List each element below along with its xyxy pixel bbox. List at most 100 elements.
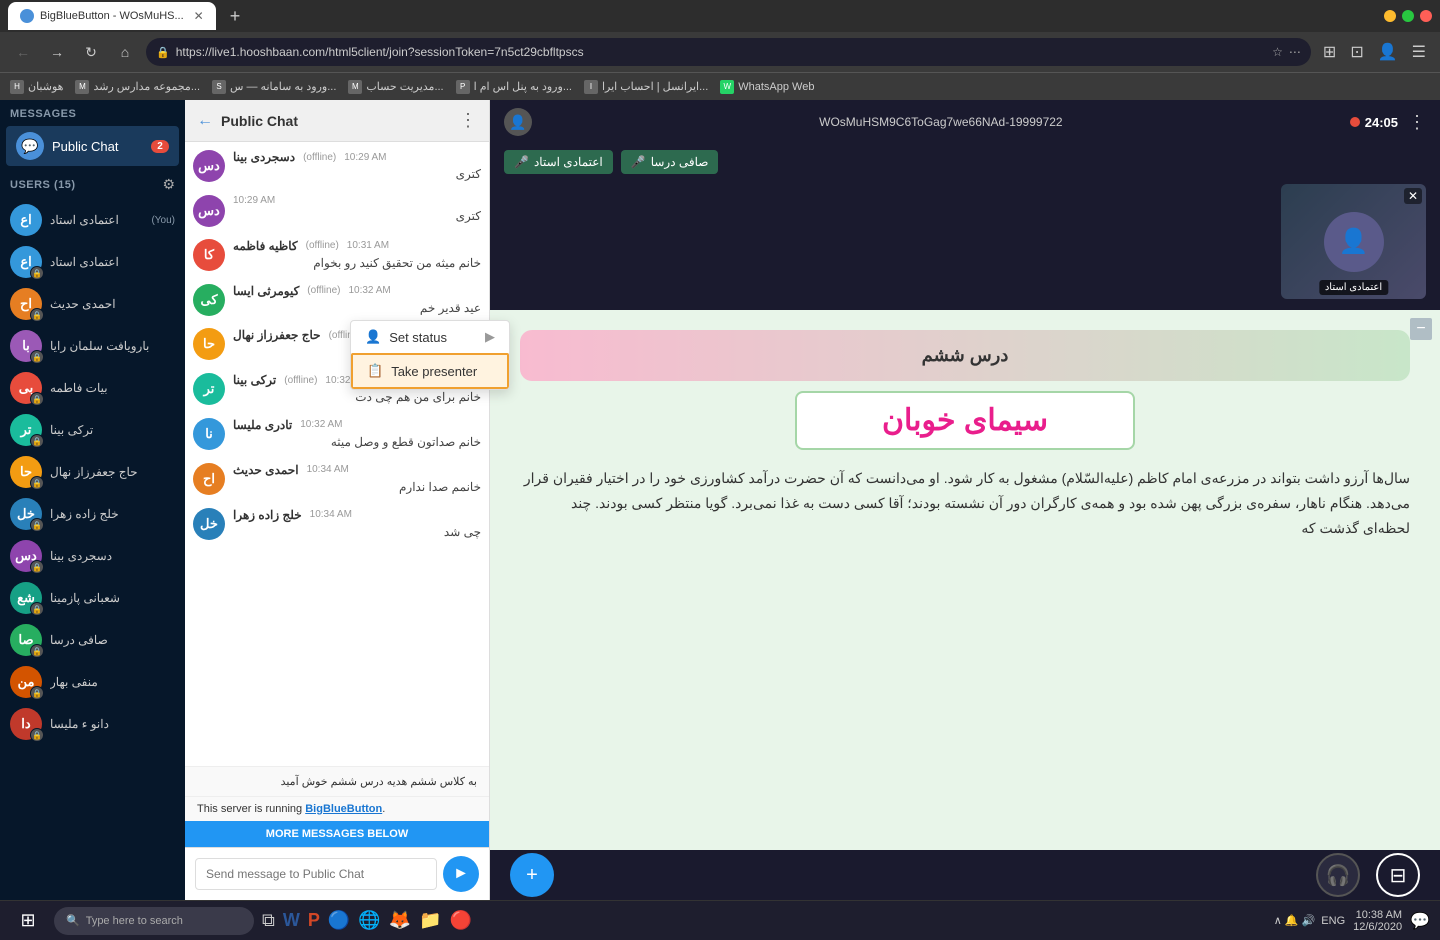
- tab-close-button[interactable]: ✕: [194, 9, 204, 23]
- lock-badge: 🔒: [30, 728, 44, 742]
- home-button[interactable]: ⌂: [112, 39, 138, 65]
- add-action-button[interactable]: +: [510, 853, 554, 897]
- message-sender-name: دسجردی بینا: [233, 150, 295, 164]
- user-name: حاج جعفرزاز نهال: [50, 465, 175, 479]
- recording-dot: [1350, 117, 1360, 127]
- app-icon-1[interactable]: 🔵: [328, 910, 350, 931]
- lock-badge: 🔒: [30, 392, 44, 406]
- lock-badge: 🔒: [30, 560, 44, 574]
- take-presenter-menu-item[interactable]: 📋 Take presenter: [351, 353, 509, 389]
- edge-icon[interactable]: 🌐: [358, 910, 380, 931]
- context-menu: 👤 Set status ▶ 📋 Take presenter: [350, 320, 510, 390]
- powerpoint-icon[interactable]: P: [308, 910, 320, 931]
- back-button[interactable]: ←: [10, 39, 36, 65]
- message-status: (offline): [284, 375, 317, 386]
- video-options-button[interactable]: ⋮: [1408, 112, 1426, 133]
- profile-icon[interactable]: 👤: [1374, 40, 1402, 64]
- chat-options-button[interactable]: ⋮: [459, 110, 477, 131]
- user-item[interactable]: دس 🔒 دسجردی بینا: [0, 535, 185, 577]
- user-item[interactable]: تر 🔒 ترکی بینا: [0, 409, 185, 451]
- browser-tab[interactable]: BigBlueButton - WOsMuHS... ✕: [8, 2, 216, 30]
- public-chat-label: Public Chat: [52, 139, 143, 154]
- firefox-icon[interactable]: 🦊: [389, 910, 411, 931]
- pocket-icon[interactable]: ⊡: [1346, 40, 1367, 64]
- user-item[interactable]: من 🔒 منفی بهار: [0, 661, 185, 703]
- forward-button[interactable]: →: [44, 39, 70, 65]
- submenu-arrow-icon: ▶: [485, 329, 495, 345]
- notification-icon[interactable]: 💬: [1410, 911, 1430, 931]
- message-body: کاظیه فاظمه (offline) 10:31 AM خانم میثه…: [233, 239, 481, 272]
- audio-button[interactable]: 🎧: [1316, 853, 1360, 897]
- user-item[interactable]: حا 🔒 حاج جعفرزاز نهال: [0, 451, 185, 493]
- extensions-icon[interactable]: ⊞: [1319, 40, 1340, 64]
- user-item[interactable]: شع 🔒 شعبانی پازمینا: [0, 577, 185, 619]
- start-button[interactable]: ⊞: [10, 903, 46, 939]
- window-close-button[interactable]: ✕: [1420, 10, 1432, 22]
- user-item[interactable]: با 🔒 بارویافت سلمان رایا: [0, 325, 185, 367]
- word-icon[interactable]: W: [283, 910, 300, 931]
- message-text: چی شد: [233, 524, 481, 541]
- window-minimize-button[interactable]: —: [1384, 10, 1396, 22]
- minimize-content-button[interactable]: −: [1410, 318, 1432, 340]
- bigbluebutton-notice: This server is running BigBlueButton.: [185, 796, 489, 821]
- address-bar[interactable]: 🔒 https://live1.hooshbaan.com/html5clien…: [146, 38, 1311, 66]
- mic-status-button-1[interactable]: 🎤 اعتمادی استاد: [504, 150, 613, 174]
- user-item[interactable]: اع 🔒 اعتمادی استاد: [0, 241, 185, 283]
- user-item[interactable]: خل 🔒 خلج زاده زهرا: [0, 493, 185, 535]
- chat-title: Public Chat: [221, 113, 451, 129]
- task-view-icon[interactable]: ⧉: [262, 910, 275, 931]
- message-avatar: دس: [193, 150, 225, 182]
- user-item[interactable]: اح 🔒 احمدی حدیث: [0, 283, 185, 325]
- bookmark-madares[interactable]: M مجموعه مدارس رشد...: [75, 80, 200, 94]
- you-badge: (You): [151, 215, 175, 226]
- files-icon[interactable]: 📁: [419, 910, 441, 931]
- bbb-link[interactable]: BigBlueButton: [305, 803, 382, 815]
- main-menu-icon[interactable]: ☰: [1408, 40, 1430, 64]
- chat-input[interactable]: [195, 858, 437, 890]
- bookmark-modiriyat[interactable]: M مدیریت حساب...: [348, 80, 443, 94]
- bookmark-hooshbaan[interactable]: H هوشبان: [10, 80, 63, 94]
- message-sender-name: تادری ملیسا: [233, 418, 292, 432]
- message-body: احمدی حدیث 10:34 AM خانمم صدا ندارم: [233, 463, 481, 496]
- send-message-button[interactable]: ►: [443, 856, 479, 892]
- take-presenter-label: Take presenter: [391, 364, 477, 379]
- public-chat-item[interactable]: 💬 Public Chat 2: [6, 126, 179, 166]
- bookmark-label: ورود به سامانه — س...: [230, 80, 336, 93]
- message-time: 10:34 AM: [310, 509, 352, 520]
- refresh-button[interactable]: ↻: [78, 39, 104, 65]
- bookmark-label: WhatsApp Web: [738, 81, 814, 93]
- user-name: احمدی حدیث: [50, 297, 175, 311]
- user-item[interactable]: دا 🔒 دانو ء ملیسا: [0, 703, 185, 745]
- bookmarks-bar: H هوشبان M مجموعه مدارس رشد... S ورود به…: [0, 72, 1440, 100]
- mic-icon-2: 🎤: [631, 155, 646, 169]
- message-avatar: نا: [193, 418, 225, 450]
- message-sender-name: خلج زاده زهرا: [233, 508, 302, 522]
- user-item[interactable]: بی 🔒 بیات فاطمه: [0, 367, 185, 409]
- user-item[interactable]: اع اعتمادی استاد (You): [0, 199, 185, 241]
- mic-icon: 🎤: [514, 155, 529, 169]
- mic-status-button-2[interactable]: 🎤 صافی درسا: [621, 150, 719, 174]
- bookmark-panel[interactable]: P ورود به پنل اس ام ا...: [456, 80, 572, 94]
- user-name: منفی بهار: [50, 675, 175, 689]
- bookmark-samaneh[interactable]: S ورود به سامانه — س...: [212, 80, 336, 94]
- screen-share-button[interactable]: ⊟: [1376, 853, 1420, 897]
- presenter-person-icon: 👤: [504, 108, 532, 136]
- menu-dots-icon[interactable]: ⋯: [1289, 45, 1301, 59]
- plus-icon: +: [526, 864, 538, 887]
- more-messages-button[interactable]: MORE MESSAGES BELOW: [185, 821, 489, 847]
- app-icon-2[interactable]: 🔴: [450, 910, 472, 931]
- bookmark-star-icon[interactable]: ☆: [1272, 45, 1283, 59]
- message-avatar: کا: [193, 239, 225, 271]
- new-tab-button[interactable]: +: [224, 6, 247, 27]
- close-video-button[interactable]: ✕: [1404, 188, 1422, 204]
- set-status-menu-item[interactable]: 👤 Set status ▶: [351, 321, 509, 353]
- chat-back-button[interactable]: ←: [197, 112, 213, 130]
- window-maximize-button[interactable]: ▢: [1402, 10, 1414, 22]
- user-item[interactable]: صا 🔒 صافی درسا: [0, 619, 185, 661]
- search-bar[interactable]: 🔍 Type here to search: [54, 907, 254, 935]
- user-name: اعتمادی استاد: [50, 213, 143, 227]
- user-avatar: صا 🔒: [10, 624, 42, 656]
- bookmark-irancell[interactable]: I ایرانسل | احساب ایرا...: [584, 80, 708, 94]
- users-settings-icon[interactable]: ⚙: [162, 176, 175, 193]
- bookmark-whatsapp[interactable]: W WhatsApp Web: [720, 80, 814, 94]
